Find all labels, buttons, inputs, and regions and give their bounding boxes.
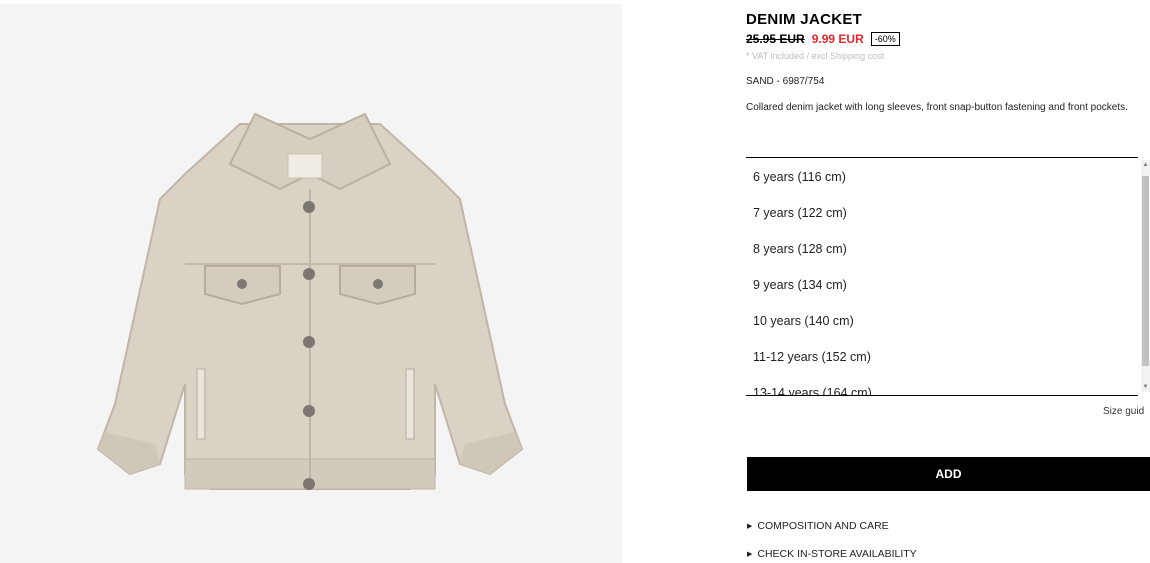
size-guide-link[interactable]: Size guid <box>1103 406 1144 417</box>
add-to-cart-button[interactable]: ADD <box>747 457 1150 491</box>
store-availability-link[interactable]: ▶ CHECK IN-STORE AVAILABILITY <box>747 548 917 560</box>
size-option[interactable]: 10 years (140 cm) <box>746 303 1138 339</box>
scroll-up-arrow-icon[interactable]: ▲ <box>1141 160 1150 170</box>
size-option[interactable]: 8 years (128 cm) <box>746 231 1138 267</box>
product-description: Collared denim jacket with long sleeves,… <box>746 102 1128 113</box>
size-option[interactable]: 11-12 years (152 cm) <box>746 339 1138 375</box>
size-list-scrollbar[interactable]: ▲ ▼ <box>1141 160 1150 392</box>
caret-right-icon: ▶ <box>747 523 753 530</box>
size-option[interactable]: 7 years (122 cm) <box>746 195 1138 231</box>
size-list[interactable]: 6 years (116 cm) 7 years (122 cm) 8 year… <box>746 157 1138 396</box>
product-info-panel: DENIM JACKET 25.95 EUR 9.99 EUR -60% * V… <box>746 0 1150 563</box>
product-title: DENIM JACKET <box>746 11 863 28</box>
sale-price: 9.99 EUR <box>811 32 864 46</box>
price-row: 25.95 EUR 9.99 EUR -60% <box>746 32 900 46</box>
color-reference: SAND - 6987/754 <box>746 76 825 87</box>
vat-note: * VAT included / excl Shipping cost <box>746 51 885 61</box>
store-availability-label: CHECK IN-STORE AVAILABILITY <box>757 548 917 560</box>
discount-badge: -60% <box>870 32 900 46</box>
scroll-thumb[interactable] <box>1142 176 1149 366</box>
size-option[interactable]: 6 years (116 cm) <box>746 159 1138 195</box>
caret-right-icon: ▶ <box>747 551 753 558</box>
scroll-down-arrow-icon[interactable]: ▼ <box>1141 382 1150 392</box>
size-option[interactable]: 13-14 years (164 cm) <box>746 375 1138 395</box>
old-price: 25.95 EUR <box>746 32 805 46</box>
composition-care-label: COMPOSITION AND CARE <box>757 520 889 532</box>
composition-care-link[interactable]: ▶ COMPOSITION AND CARE <box>747 520 889 532</box>
size-option[interactable]: 9 years (134 cm) <box>746 267 1138 303</box>
product-image-panel[interactable] <box>0 4 622 563</box>
product-image-jacket <box>96 112 524 490</box>
